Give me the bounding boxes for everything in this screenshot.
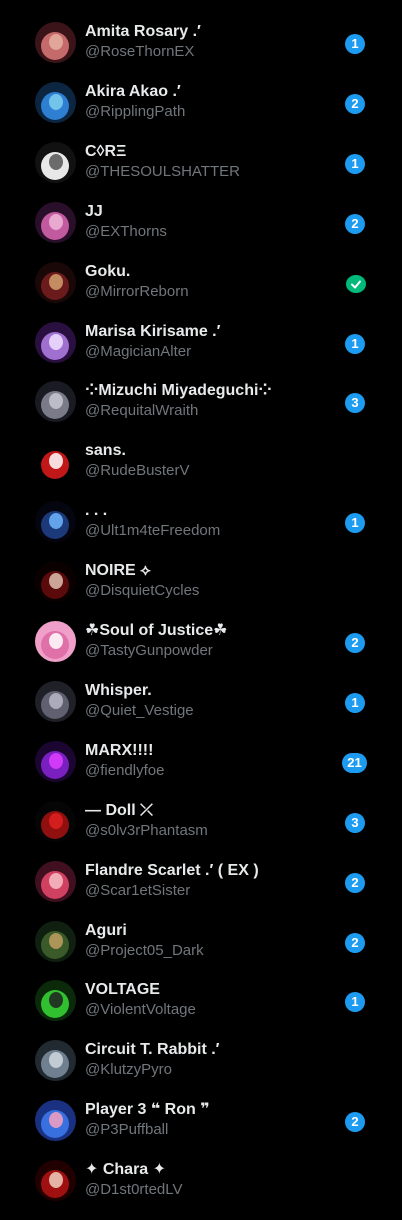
conversation-row[interactable]: Flandre Scarlet .′ ( EX ) @Scar1etSister 2 bbox=[0, 861, 402, 921]
username-handle: @D1st0rtedLV bbox=[85, 1181, 183, 1198]
avatar[interactable] bbox=[35, 142, 76, 183]
display-name: NOIRE ⟡ bbox=[85, 562, 151, 579]
avatar[interactable] bbox=[35, 1040, 76, 1081]
username-handle: @s0lv3rPhantasm bbox=[85, 822, 208, 839]
username-handle: @RipplingPath bbox=[85, 103, 186, 120]
conversation-row[interactable]: Circuit T. Rabbit .′ @KlutzyPyro bbox=[0, 1040, 402, 1100]
conversation-row[interactable]: Aguri @Project05_Dark 2 bbox=[0, 921, 402, 981]
unread-count-badge: 21 bbox=[342, 753, 367, 773]
username-handle: @Quiet_Vestige bbox=[85, 702, 194, 719]
conversation-row[interactable]: sans. @RudeBusterV bbox=[0, 441, 402, 501]
username-handle: @TastyGunpowder bbox=[85, 642, 213, 659]
avatar[interactable] bbox=[35, 441, 76, 482]
conversation-row[interactable]: Goku. @MirrorReborn bbox=[0, 262, 402, 322]
conversation-row[interactable]: Akira Akao .′ @RipplingPath 2 bbox=[0, 82, 402, 142]
conversation-row[interactable]: JJ @EXThorns 2 bbox=[0, 202, 402, 262]
display-name: Flandre Scarlet .′ ( EX ) bbox=[85, 862, 259, 879]
display-name: Akira Akao .′ bbox=[85, 83, 181, 100]
conversation-row[interactable]: ✦ Chara ✦ @D1st0rtedLV bbox=[0, 1160, 402, 1220]
display-name: — Doll ⤫ bbox=[85, 802, 153, 819]
avatar[interactable] bbox=[35, 681, 76, 722]
unread-count-badge: 1 bbox=[345, 34, 365, 54]
username-handle: @Project05_Dark bbox=[85, 942, 204, 959]
display-name: ✦ Chara ✦ bbox=[85, 1161, 167, 1178]
conversation-row[interactable]: Amita Rosary .′ @RoseThornEX 1 bbox=[0, 22, 402, 82]
avatar[interactable] bbox=[35, 22, 76, 63]
unread-count-badge: 1 bbox=[345, 513, 365, 533]
conversation-row[interactable]: Marisa Kirisame .′ @MagicianAlter 1 bbox=[0, 322, 402, 382]
username-handle: @P3Puffball bbox=[85, 1121, 169, 1138]
avatar[interactable] bbox=[35, 741, 76, 782]
username-handle: @fiendlyfoe bbox=[85, 762, 165, 779]
avatar[interactable] bbox=[35, 82, 76, 123]
avatar[interactable] bbox=[35, 381, 76, 422]
username-handle: @RoseThornEX bbox=[85, 43, 195, 60]
avatar[interactable] bbox=[35, 801, 76, 842]
avatar[interactable] bbox=[35, 621, 76, 662]
username-handle: @ViolentVoltage bbox=[85, 1001, 196, 1018]
display-name: Aguri bbox=[85, 922, 127, 939]
username-handle: @MirrorReborn bbox=[85, 283, 189, 300]
display-name: Player 3 ❝ Ron ❞ bbox=[85, 1101, 210, 1118]
username-handle: @Ult1m4teFreedom bbox=[85, 522, 221, 539]
unread-count-badge: 2 bbox=[345, 94, 365, 114]
display-name: sans. bbox=[85, 442, 126, 459]
avatar[interactable] bbox=[35, 921, 76, 962]
unread-count-badge: 3 bbox=[345, 393, 365, 413]
conversation-row[interactable]: . . . @Ult1m4teFreedom 1 bbox=[0, 501, 402, 561]
check-icon bbox=[346, 275, 366, 293]
avatar[interactable] bbox=[35, 262, 76, 303]
conversation-row[interactable]: MARX!!!! @fiendlyfoe 21 bbox=[0, 741, 402, 801]
username-handle: @KlutzyPyro bbox=[85, 1061, 172, 1078]
conversation-row[interactable]: ⁘Mizuchi Miyadeguchi⁘ @RequitalWraith 3 bbox=[0, 381, 402, 441]
username-handle: @MagicianAlter bbox=[85, 343, 192, 360]
unread-count-badge: 3 bbox=[345, 813, 365, 833]
avatar[interactable] bbox=[35, 501, 76, 542]
conversation-row[interactable]: C◊RΞ @THESOULSHATTER 1 bbox=[0, 142, 402, 202]
display-name: Circuit T. Rabbit .′ bbox=[85, 1041, 220, 1058]
conversation-row[interactable]: NOIRE ⟡ @DisquietCycles bbox=[0, 561, 402, 621]
conversation-row[interactable]: Player 3 ❝ Ron ❞ @P3Puffball 2 bbox=[0, 1100, 402, 1160]
username-handle: @DisquietCycles bbox=[85, 582, 200, 599]
avatar[interactable] bbox=[35, 1100, 76, 1141]
username-handle: @Scar1etSister bbox=[85, 882, 191, 899]
unread-count-badge: 2 bbox=[345, 933, 365, 953]
display-name: . . . bbox=[85, 502, 108, 519]
conversation-row[interactable]: VOLTAGE @ViolentVoltage 1 bbox=[0, 980, 402, 1040]
avatar[interactable] bbox=[35, 561, 76, 602]
unread-count-badge: 1 bbox=[345, 992, 365, 1012]
username-handle: @RudeBusterV bbox=[85, 462, 190, 479]
display-name: ⁘Mizuchi Miyadeguchi⁘ bbox=[85, 382, 272, 399]
conversation-row[interactable]: Whisper. @Quiet_Vestige 1 bbox=[0, 681, 402, 741]
display-name: Marisa Kirisame .′ bbox=[85, 323, 221, 340]
unread-count-badge: 1 bbox=[345, 334, 365, 354]
conversation-row[interactable]: — Doll ⤫ @s0lv3rPhantasm 3 bbox=[0, 801, 402, 861]
unread-count-badge: 2 bbox=[345, 873, 365, 893]
conversation-row[interactable]: ☘Soul of Justice☘ @TastyGunpowder 2 bbox=[0, 621, 402, 681]
avatar[interactable] bbox=[35, 202, 76, 243]
display-name: ☘Soul of Justice☘ bbox=[85, 622, 228, 639]
display-name: Whisper. bbox=[85, 682, 152, 699]
username-handle: @EXThorns bbox=[85, 223, 167, 240]
unread-count-badge: 2 bbox=[345, 1112, 365, 1132]
avatar[interactable] bbox=[35, 322, 76, 363]
display-name: C◊RΞ bbox=[85, 143, 127, 160]
avatar[interactable] bbox=[35, 1160, 76, 1201]
unread-count-badge: 2 bbox=[345, 633, 365, 653]
unread-count-badge: 2 bbox=[345, 214, 365, 234]
avatar[interactable] bbox=[35, 980, 76, 1021]
username-handle: @RequitalWraith bbox=[85, 402, 199, 419]
username-handle: @THESOULSHATTER bbox=[85, 163, 240, 180]
display-name: MARX!!!! bbox=[85, 742, 154, 759]
unread-count-badge: 1 bbox=[345, 154, 365, 174]
avatar[interactable] bbox=[35, 861, 76, 902]
display-name: Goku. bbox=[85, 263, 131, 280]
unread-count-badge: 1 bbox=[345, 693, 365, 713]
display-name: JJ bbox=[85, 203, 103, 220]
display-name: Amita Rosary .′ bbox=[85, 23, 201, 40]
display-name: VOLTAGE bbox=[85, 981, 160, 998]
